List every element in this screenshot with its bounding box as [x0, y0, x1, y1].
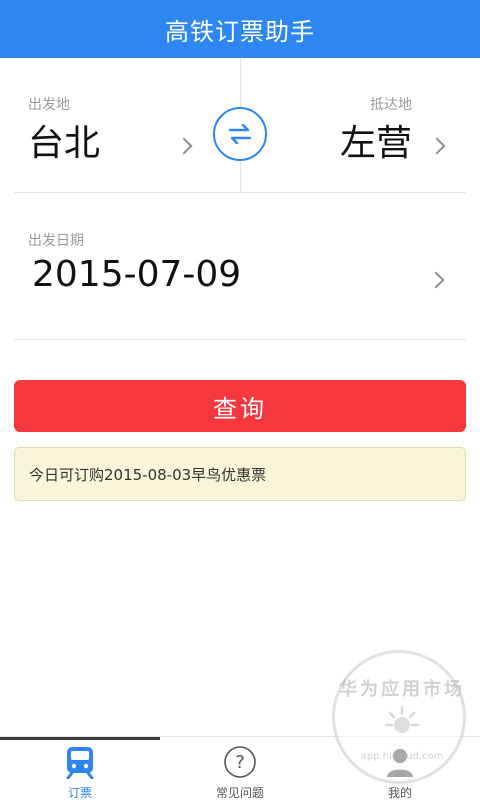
- chevron-right-icon: [175, 137, 193, 155]
- swap-stations-button[interactable]: [213, 107, 267, 161]
- tab-label: 常见问题: [215, 786, 264, 800]
- app-title: 高铁订票助手: [165, 17, 315, 46]
- user-icon: [383, 745, 417, 779]
- departure-station-value: 台北: [28, 123, 101, 164]
- early-bird-notice: 今日可订购2015-08-03早鸟优惠票: [14, 447, 466, 501]
- departure-station-selector[interactable]: 出发地 台北: [0, 58, 240, 192]
- arrival-station-selector[interactable]: 抵达地 左营: [240, 58, 480, 192]
- tab-label: 我的: [387, 786, 412, 800]
- departure-date-label: 出发日期: [28, 233, 84, 249]
- arrival-label: 抵达地: [370, 97, 412, 113]
- search-button[interactable]: 查询: [14, 380, 466, 432]
- tab-booking[interactable]: 订票: [0, 737, 160, 800]
- tab-mine[interactable]: 我的: [320, 737, 480, 800]
- svg-text:?: ?: [235, 752, 245, 773]
- swap-arrows-icon: [228, 123, 252, 145]
- train-icon: [63, 745, 97, 779]
- departure-date-value: 2015-07-09: [32, 254, 242, 295]
- chevron-right-icon: [428, 137, 446, 155]
- tab-label: 订票: [67, 786, 92, 800]
- divider: [14, 339, 466, 340]
- arrival-station-value: 左营: [339, 123, 412, 164]
- question-icon: ?: [223, 745, 257, 779]
- watermark-text: 华为应用市场: [339, 679, 465, 700]
- app-header: 高铁订票助手: [0, 0, 480, 58]
- tab-faq[interactable]: ? 常见问题: [160, 737, 320, 800]
- notice-text: 今日可订购2015-08-03早鸟优惠票: [29, 465, 267, 484]
- bottom-tab-bar: 订票 ? 常见问题 我的: [0, 736, 480, 800]
- departure-label: 出发地: [28, 97, 70, 113]
